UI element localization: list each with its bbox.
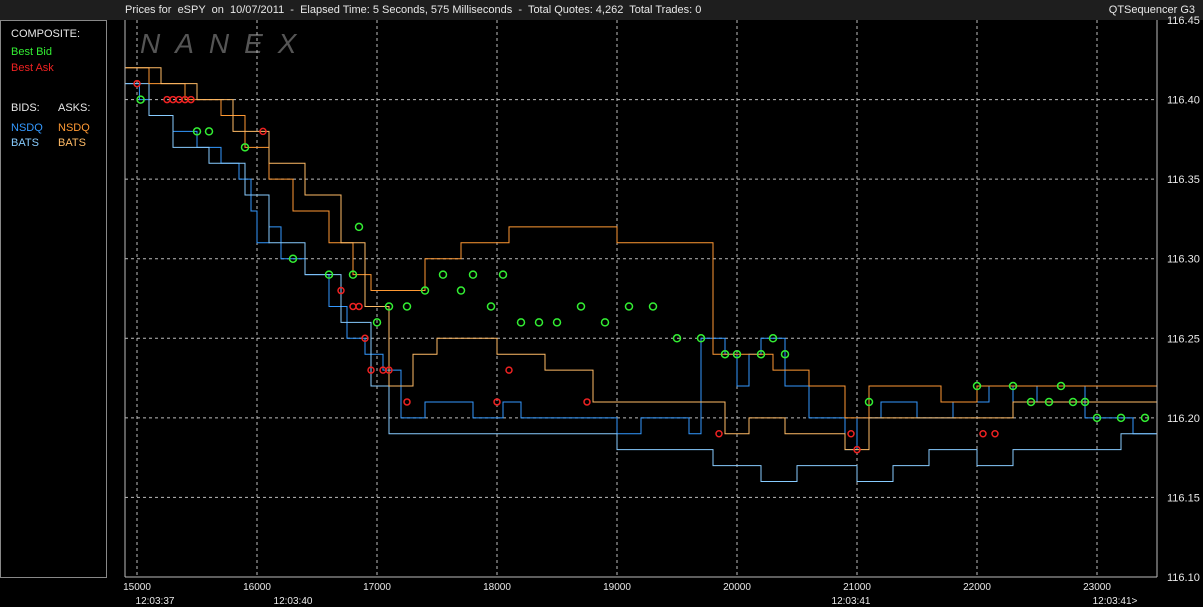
y-tick-label: 116.15: [1167, 492, 1200, 504]
best-bid-marker: [516, 318, 526, 327]
best-ask-marker: [355, 302, 363, 311]
best-ask-marker: [583, 398, 591, 406]
time-label: 12:03:41: [832, 596, 871, 607]
time-label: 12:03:41>: [1093, 596, 1138, 607]
best-bid-marker: [402, 302, 412, 311]
best-bid-marker: [486, 302, 496, 311]
y-tick-label: 116.30: [1167, 254, 1200, 266]
best-bid-marker: [498, 270, 508, 279]
x-tick-label: 16000: [243, 582, 271, 593]
x-tick-label: 15000: [123, 582, 151, 593]
best-bid-marker: [600, 318, 610, 327]
best-ask-marker: [991, 430, 999, 438]
best-bid-marker: [534, 318, 544, 327]
x-tick-label: 21000: [843, 582, 871, 593]
series-layer: [125, 67, 1158, 483]
best-ask-marker: [403, 398, 411, 406]
best-bid-marker: [468, 270, 478, 279]
best-bid-marker: [354, 222, 364, 232]
x-tick-label: 17000: [363, 582, 391, 593]
markers-layer: [133, 79, 1150, 454]
y-tick-label: 116.25: [1167, 333, 1200, 345]
time-label: 12:03:37: [136, 596, 175, 607]
x-tick-label: 22000: [963, 582, 991, 593]
best-bid-marker: [648, 302, 658, 311]
price-chart: NANEX 116.10116.15116.20116.25116.30116.…: [123, 15, 1200, 607]
series-bid-nsdq: [125, 83, 1157, 451]
best-bid-marker: [204, 127, 214, 136]
best-bid-marker: [576, 302, 586, 311]
best-bid-marker: [456, 286, 466, 295]
y-tick-label: 116.20: [1167, 413, 1200, 425]
best-ask-marker: [505, 366, 513, 374]
x-tick-label: 23000: [1083, 582, 1111, 593]
best-ask-marker: [847, 430, 855, 438]
best-ask-marker: [349, 302, 357, 311]
y-tick-label: 116.40: [1167, 95, 1200, 107]
best-bid-marker: [552, 318, 562, 327]
best-bid-marker: [438, 270, 448, 279]
axis-layer: 116.10 116.15 116.20 116.25 116.30 116.35 116.…: [123, 15, 1200, 607]
y-tick-label: 116.45: [1167, 15, 1200, 27]
best-bid-marker: [624, 302, 634, 311]
y-tick-label: 116.35: [1167, 174, 1200, 186]
nanex-watermark: NANEX: [140, 28, 311, 59]
grid: [125, 20, 1157, 577]
best-ask-marker: [715, 430, 723, 438]
x-tick-label: 19000: [603, 582, 631, 593]
x-tick-label: 18000: [483, 582, 511, 593]
x-tick-label: 20000: [723, 582, 751, 593]
time-label: 12:03:40: [274, 596, 313, 607]
best-ask-marker: [979, 430, 987, 438]
y-tick-label: 116.10: [1167, 572, 1200, 584]
